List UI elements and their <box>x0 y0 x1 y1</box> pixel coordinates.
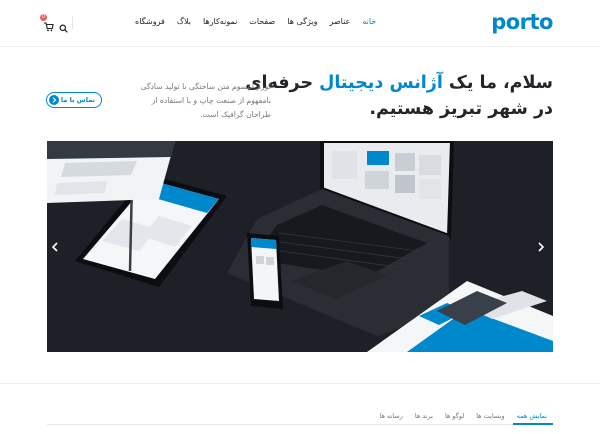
main-nav: خانه عناصر ویژگی ها صفحات نمونه‌کارها بل… <box>135 16 376 28</box>
nav-item-shop[interactable]: فروشگاه <box>135 16 165 28</box>
nav-item-elements[interactable]: عناصر <box>329 16 350 28</box>
devices-mockup-image <box>47 141 553 352</box>
contact-us-button[interactable]: تماس با ما <box>46 92 102 108</box>
portfolio-filters: نمایش همه وبسایت ها لوگو ها برند ها رسان… <box>374 408 554 424</box>
nav-item-home[interactable]: خانه <box>362 16 376 28</box>
chevron-right-icon <box>49 95 59 105</box>
header-divider <box>72 16 73 29</box>
nav-item-blog[interactable]: بلاگ <box>177 16 191 28</box>
filter-websites[interactable]: وبسایت ها <box>470 408 510 424</box>
search-icon[interactable] <box>59 18 68 37</box>
porto-logo[interactable]: porto <box>491 9 553 35</box>
nav-item-features[interactable]: ویژگی ها <box>287 16 317 28</box>
slider-prev-arrow[interactable] <box>50 239 60 253</box>
nav-item-pages[interactable]: صفحات <box>249 16 275 28</box>
filter-logos[interactable]: لوگو ها <box>439 408 470 424</box>
filter-baseline <box>47 424 553 425</box>
headline-text-1: سلام، ما یک <box>442 73 553 93</box>
cart-count-badge: 0 <box>40 14 47 21</box>
hero-slider-image <box>47 141 553 352</box>
active-filter-underline <box>513 423 553 425</box>
hero-lead-text: لورم ایپسوم متن ساختگی با تولید سادگی نا… <box>140 82 271 119</box>
contact-us-label: تماس با ما <box>60 96 95 104</box>
filter-media[interactable]: رسانه ها <box>374 408 409 424</box>
hero-headline: سلام، ما یک آژانس دیجیتال حرفه‌ای در شهر… <box>223 70 553 122</box>
filter-brands[interactable]: برند ها <box>409 408 439 424</box>
nav-item-portfolio[interactable]: نمونه‌کارها <box>203 16 237 28</box>
site-header: porto خانه عناصر ویژگی ها صفحات نمونه‌کا… <box>0 0 600 47</box>
slider-next-arrow[interactable] <box>536 239 546 253</box>
filter-show-all[interactable]: نمایش همه <box>511 408 553 424</box>
section-divider <box>0 383 600 384</box>
header-tools: 0 <box>40 14 120 33</box>
headline-accent: آژانس دیجیتال <box>319 73 443 93</box>
